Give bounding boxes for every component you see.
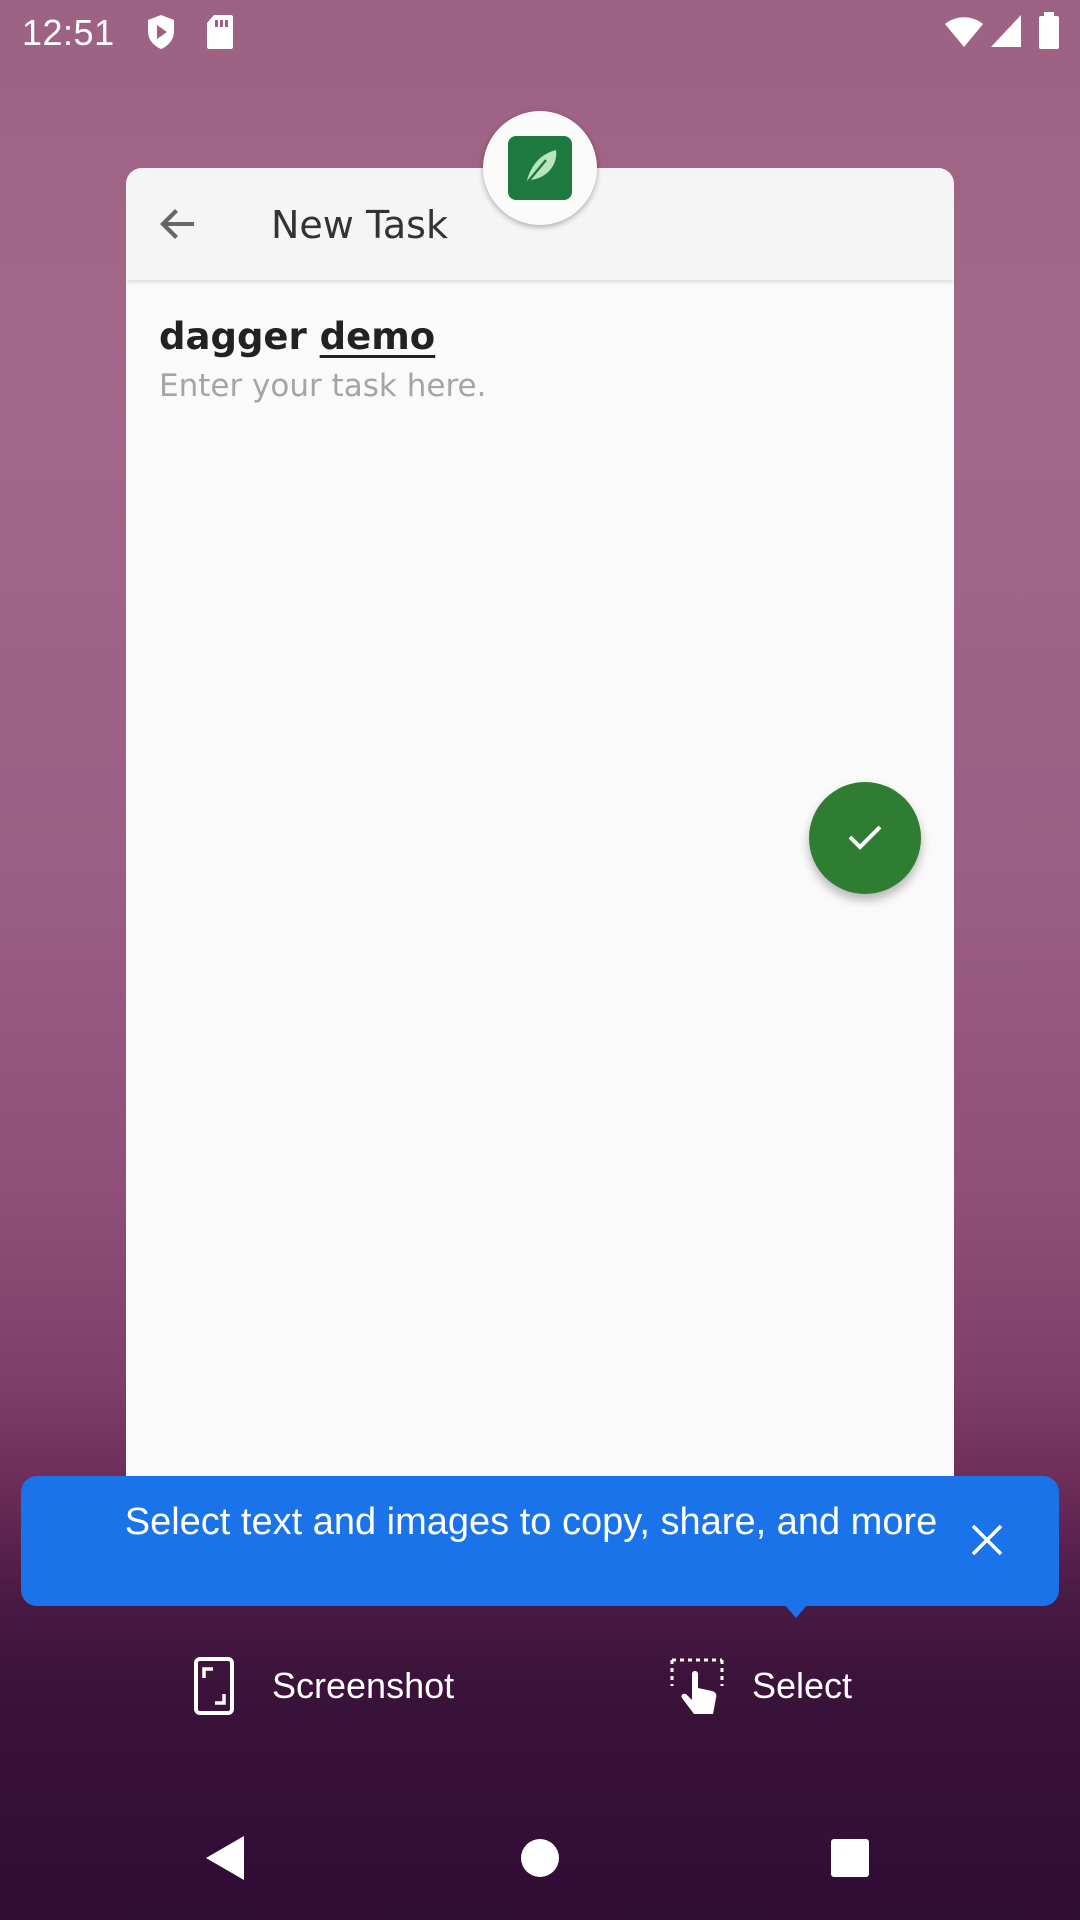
select-icon <box>670 1656 724 1716</box>
app-icon-button[interactable] <box>483 111 597 225</box>
task-input[interactable] <box>159 368 919 404</box>
home-icon[interactable] <box>520 1838 560 1883</box>
shield-icon <box>146 14 176 55</box>
check-icon <box>845 816 885 861</box>
back-icon[interactable] <box>204 1834 248 1887</box>
save-task-button[interactable] <box>809 782 921 894</box>
sd-card-icon <box>206 14 234 55</box>
leaf-app-icon <box>508 136 572 200</box>
screenshot-label: Screenshot <box>272 1665 455 1706</box>
task-title[interactable]: dagger demo <box>159 315 435 358</box>
app-preview-card[interactable]: New Task dagger demo <box>126 168 954 1478</box>
recents-icon[interactable] <box>830 1838 870 1883</box>
tooltip-arrow <box>784 1604 808 1618</box>
task-title-plain: dagger <box>159 315 307 358</box>
screenshot-button[interactable]: Screenshot <box>190 1654 454 1718</box>
tooltip-text: Select text and images to copy, share, a… <box>124 1501 938 1543</box>
status-bar: 12:51 <box>0 0 1080 64</box>
navigation-bar <box>0 1800 1080 1920</box>
page-title: New Task <box>271 203 448 247</box>
close-icon[interactable] <box>965 1518 1009 1562</box>
select-button[interactable]: Select <box>670 1654 852 1718</box>
select-tooltip: Select text and images to copy, share, a… <box>21 1476 1059 1606</box>
wifi-icon <box>944 16 984 53</box>
battery-icon <box>1038 12 1060 55</box>
task-title-underlined: demo <box>319 315 436 358</box>
signal-icon <box>990 14 1022 53</box>
select-label: Select <box>752 1665 853 1706</box>
status-time: 12:51 <box>22 12 115 53</box>
screenshot-icon <box>190 1656 242 1716</box>
arrow-back-icon[interactable] <box>156 202 200 246</box>
